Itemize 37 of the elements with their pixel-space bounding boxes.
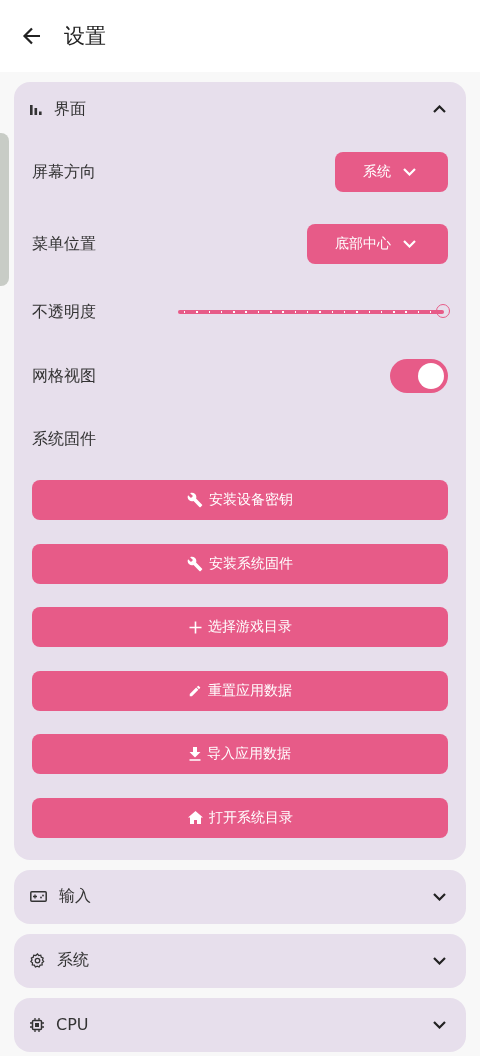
toggle-switch[interactable] [390, 359, 448, 393]
section-header[interactable]: 界面 [14, 82, 466, 136]
action-button[interactable]: 导入应用数据 [32, 734, 448, 774]
action-button[interactable]: 重置应用数据 [32, 670, 448, 711]
chip-icon [30, 1017, 44, 1032]
chevron-down-icon [433, 892, 446, 901]
action-button[interactable]: 选择游戏目录 [32, 607, 448, 647]
plus-icon [188, 620, 202, 634]
download-icon [189, 747, 201, 761]
back-icon[interactable] [22, 26, 42, 46]
section-header[interactable]: CPU [14, 997, 466, 1052]
action-button[interactable]: 打开系统目录 [32, 797, 448, 838]
chevron-down-icon [433, 956, 446, 965]
section-subheading: 系统固件 [32, 428, 96, 450]
page-title: 设置 [64, 23, 106, 50]
setting-label: 屏幕方向 [32, 161, 96, 183]
setting-label: 菜单位置 [32, 233, 96, 255]
dropdown[interactable]: 底部中心 [307, 224, 448, 264]
dropdown[interactable]: 系统 [335, 152, 448, 192]
bar-chart-icon [30, 103, 42, 115]
gamepad-icon [30, 891, 47, 902]
home-icon [187, 811, 203, 824]
chevron-down-icon [403, 240, 416, 248]
section-header[interactable]: 系统 [14, 933, 466, 988]
setting-label: 不透明度 [32, 301, 96, 323]
gear-icon [30, 953, 45, 968]
section-header[interactable]: 输入 [14, 869, 466, 924]
wrench-icon [187, 555, 203, 572]
chevron-down-icon [433, 1020, 446, 1029]
chevron-up-icon [433, 105, 446, 113]
side-handle[interactable] [0, 133, 9, 286]
pencil-icon [188, 683, 202, 698]
setting-label: 网格视图 [32, 365, 96, 387]
action-button[interactable]: 安装系统固件 [32, 543, 448, 584]
chevron-down-icon [403, 168, 416, 176]
action-button[interactable]: 安装设备密钥 [32, 480, 448, 520]
wrench-icon [187, 492, 203, 508]
